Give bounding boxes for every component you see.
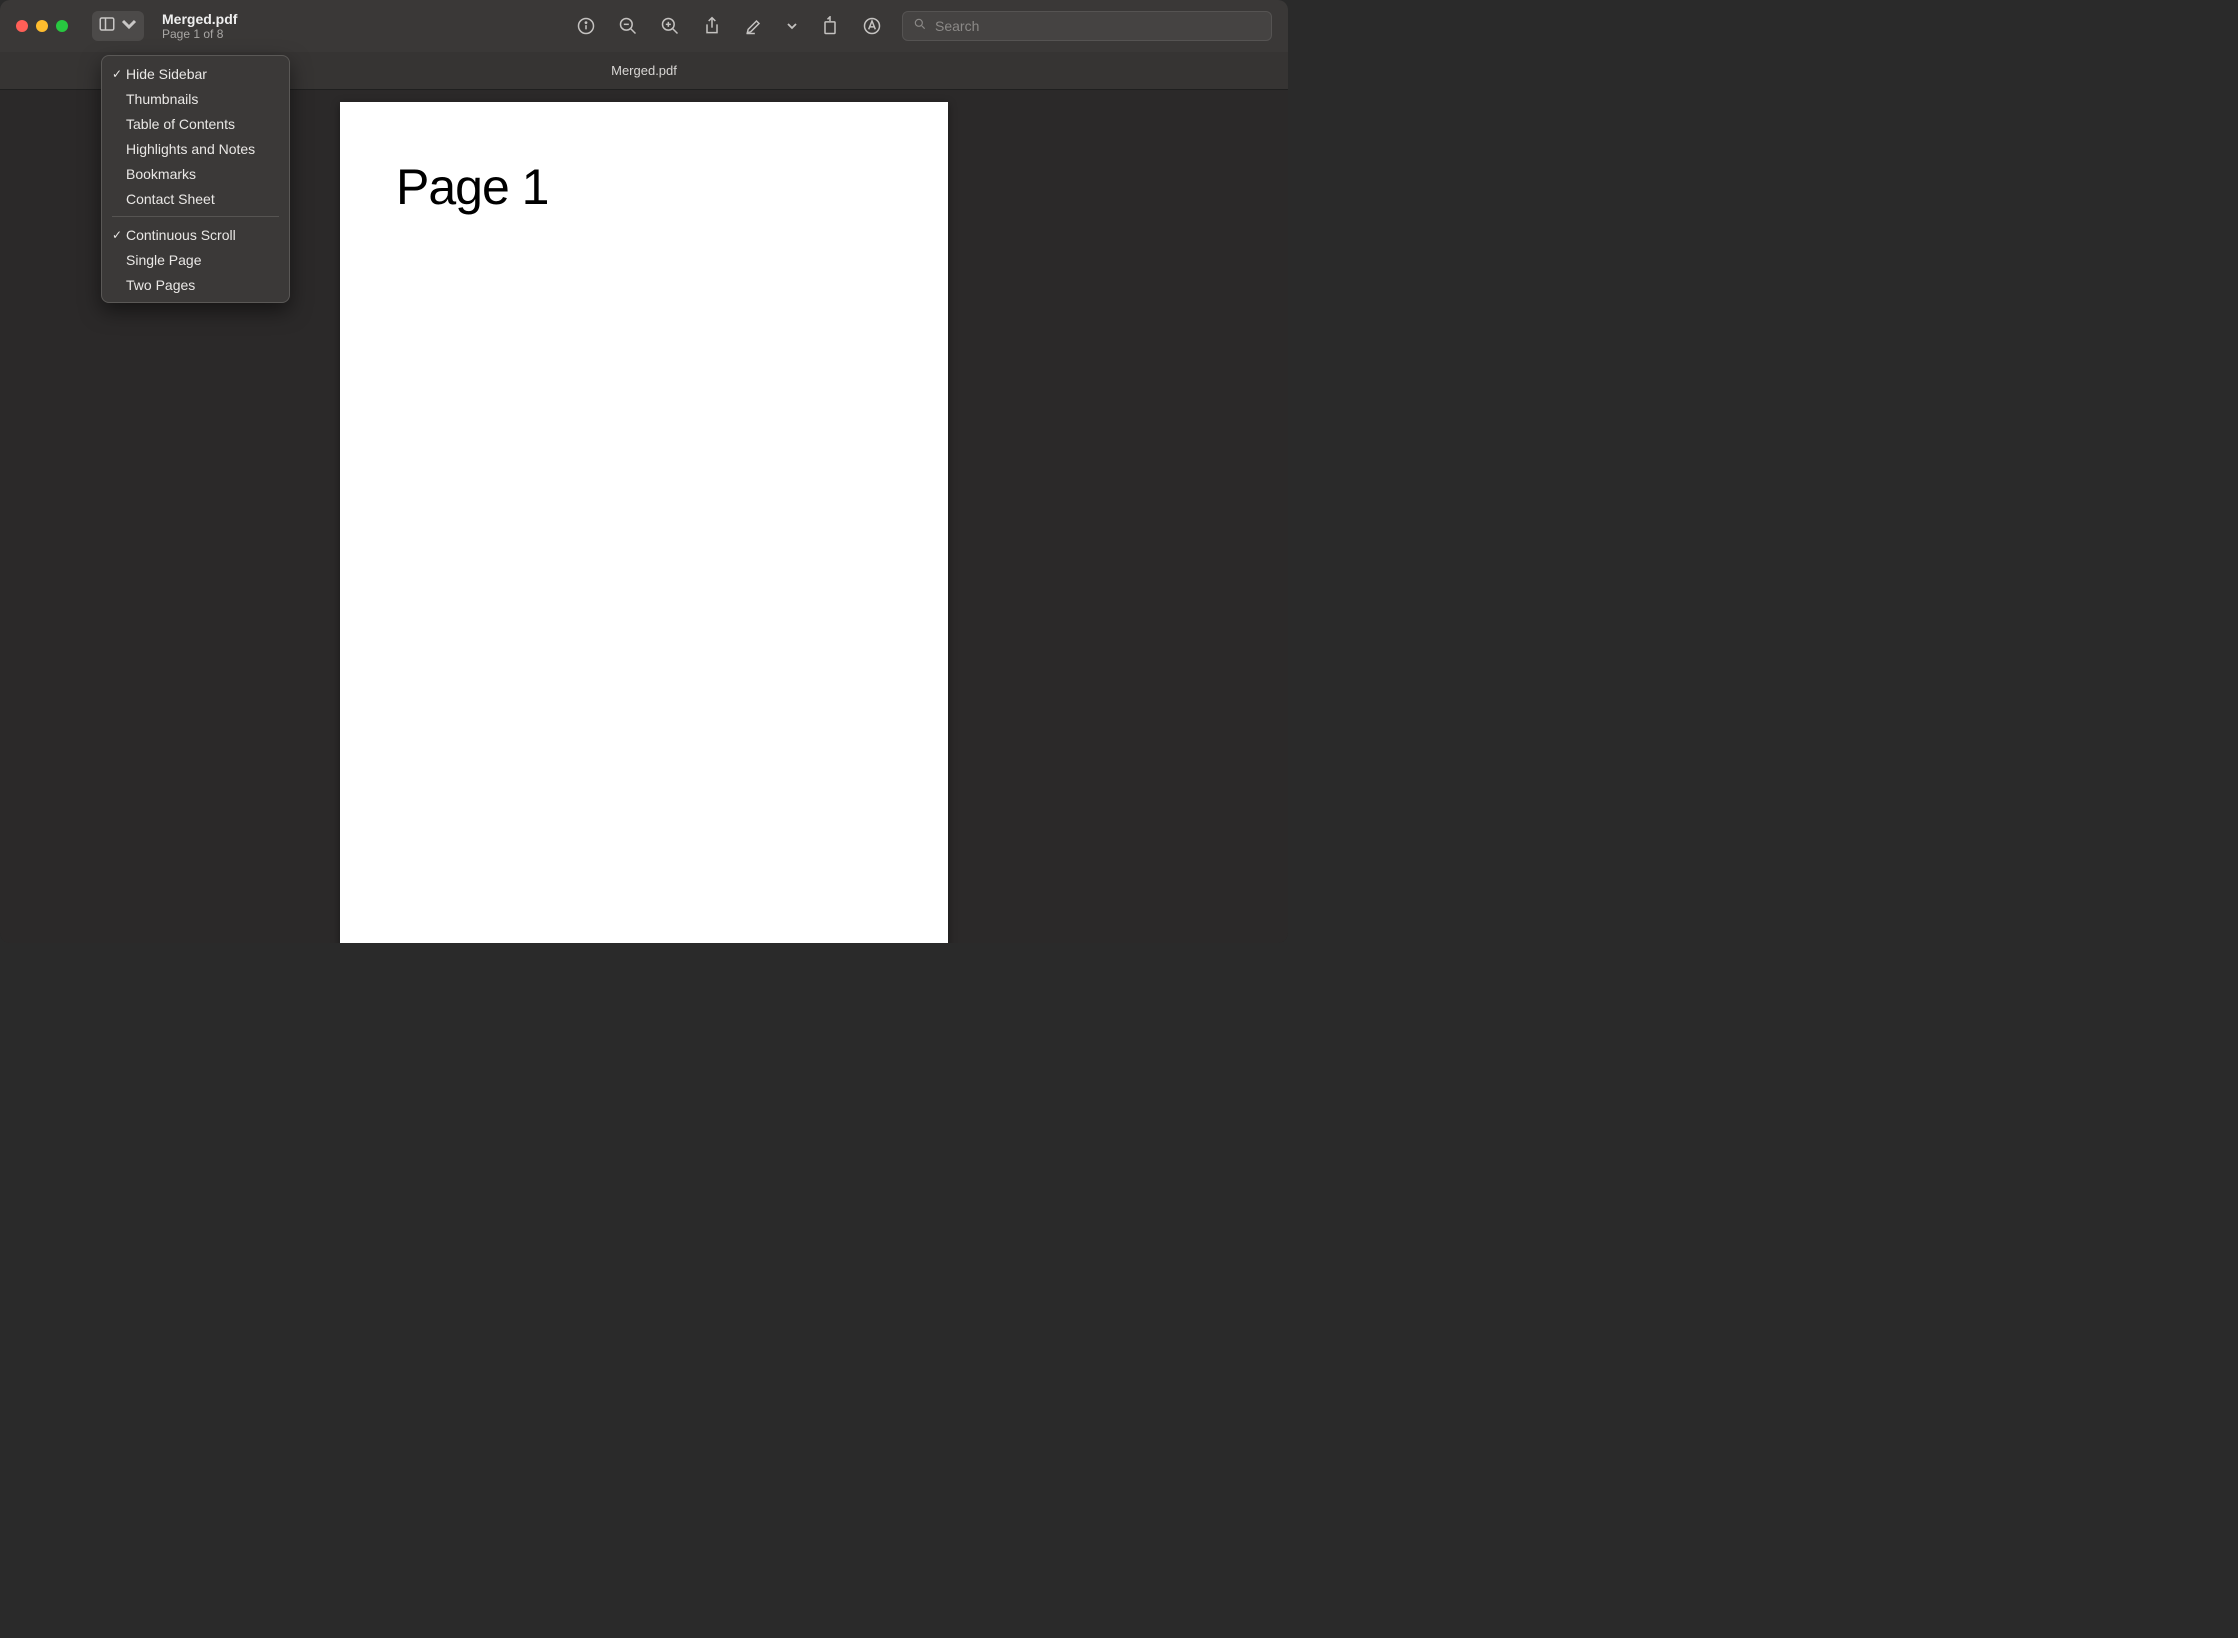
chevron-down-icon (120, 15, 138, 38)
minimize-window-button[interactable] (36, 20, 48, 32)
menu-item-single-page[interactable]: Single Page (102, 247, 289, 272)
menu-item-bookmarks[interactable]: Bookmarks (102, 161, 289, 186)
zoom-in-icon[interactable] (660, 16, 680, 36)
zoom-out-icon[interactable] (618, 16, 638, 36)
chevron-down-icon[interactable] (786, 16, 798, 36)
close-window-button[interactable] (16, 20, 28, 32)
menu-item-hide-sidebar[interactable]: ✓ Hide Sidebar (102, 61, 289, 86)
menu-item-label: Bookmarks (126, 166, 196, 182)
page-indicator: Page 1 of 8 (162, 27, 237, 41)
check-icon: ✓ (110, 67, 124, 81)
menu-item-two-pages[interactable]: Two Pages (102, 272, 289, 297)
menu-item-label: Continuous Scroll (126, 227, 236, 243)
toolbar: Merged.pdf Page 1 of 8 (0, 0, 1288, 52)
menu-item-label: Two Pages (126, 277, 195, 293)
rotate-icon[interactable] (820, 16, 840, 36)
markup-icon[interactable] (862, 16, 882, 36)
menu-item-label: Single Page (126, 252, 202, 268)
menu-item-label: Table of Contents (126, 116, 235, 132)
search-placeholder: Search (935, 18, 979, 34)
window-controls (16, 20, 68, 32)
check-icon: ✓ (110, 228, 124, 242)
menu-item-contact-sheet[interactable]: Contact Sheet (102, 186, 289, 211)
menu-item-label: Highlights and Notes (126, 141, 255, 157)
highlight-icon[interactable] (744, 16, 764, 36)
view-options-menu: ✓ Hide Sidebar Thumbnails Table of Conte… (101, 55, 290, 303)
menu-item-highlights-notes[interactable]: Highlights and Notes (102, 136, 289, 161)
tab-title[interactable]: Merged.pdf (611, 63, 677, 78)
menu-item-continuous-scroll[interactable]: ✓ Continuous Scroll (102, 222, 289, 247)
pdf-page: Page 1 (340, 102, 948, 943)
page-heading: Page 1 (396, 158, 892, 216)
sidebar-view-button[interactable] (92, 11, 144, 41)
info-icon[interactable] (576, 16, 596, 36)
menu-item-label: Thumbnails (126, 91, 198, 107)
menu-item-label: Contact Sheet (126, 191, 215, 207)
document-title-block: Merged.pdf Page 1 of 8 (162, 11, 237, 41)
menu-item-label: Hide Sidebar (126, 66, 207, 82)
menu-separator (112, 216, 279, 217)
document-title: Merged.pdf (162, 11, 237, 27)
sidebar-icon (98, 15, 116, 38)
maximize-window-button[interactable] (56, 20, 68, 32)
search-icon (913, 17, 935, 36)
menu-item-thumbnails[interactable]: Thumbnails (102, 86, 289, 111)
menu-item-table-of-contents[interactable]: Table of Contents (102, 111, 289, 136)
search-input[interactable]: Search (902, 11, 1272, 41)
toolbar-actions (576, 16, 882, 36)
share-icon[interactable] (702, 16, 722, 36)
